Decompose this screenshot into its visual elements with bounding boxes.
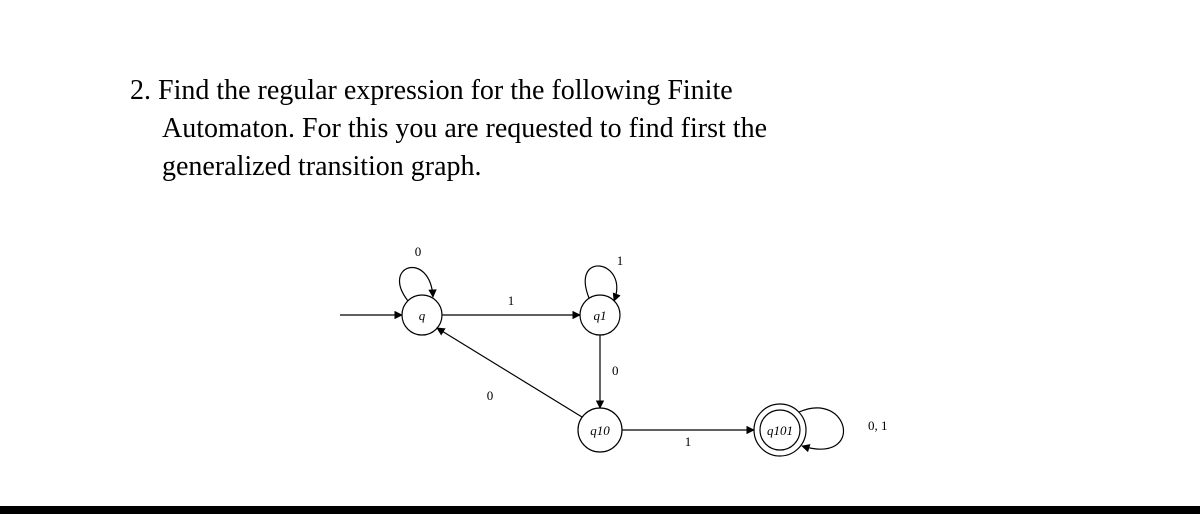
bottom-border bbox=[0, 506, 1200, 514]
edge-q10-q-label: 0 bbox=[487, 388, 494, 403]
edge-q1-self-label: 1 bbox=[617, 253, 624, 268]
problem-line-3: generalized transition graph. bbox=[130, 148, 950, 186]
edge-q-self-label: 0 bbox=[415, 244, 422, 259]
problem-statement: 2. Find the regular expression for the f… bbox=[130, 72, 950, 185]
edge-q101-self-label: 0, 1 bbox=[868, 418, 888, 433]
state-q-label: q bbox=[419, 308, 426, 323]
automaton-svg: q 0 q1 1 1 q10 0 0 q101 bbox=[310, 230, 950, 490]
edge-q10-q101-label: 1 bbox=[685, 434, 692, 449]
state-q1-label: q1 bbox=[594, 308, 607, 323]
problem-line-2: Automaton. For this you are requested to… bbox=[130, 110, 950, 148]
page-root: 2. Find the regular expression for the f… bbox=[0, 0, 1200, 514]
state-q101-label: q101 bbox=[767, 423, 793, 438]
problem-line-1: Find the regular expression for the foll… bbox=[158, 75, 733, 106]
edge-q10-q bbox=[437, 328, 582, 417]
edge-q-q1-label: 1 bbox=[508, 293, 515, 308]
edge-q1-q10-label: 0 bbox=[612, 363, 619, 378]
state-q10-label: q10 bbox=[590, 423, 610, 438]
automaton-diagram: q 0 q1 1 1 q10 0 0 q101 bbox=[310, 230, 950, 490]
problem-number: 2. bbox=[130, 75, 151, 106]
